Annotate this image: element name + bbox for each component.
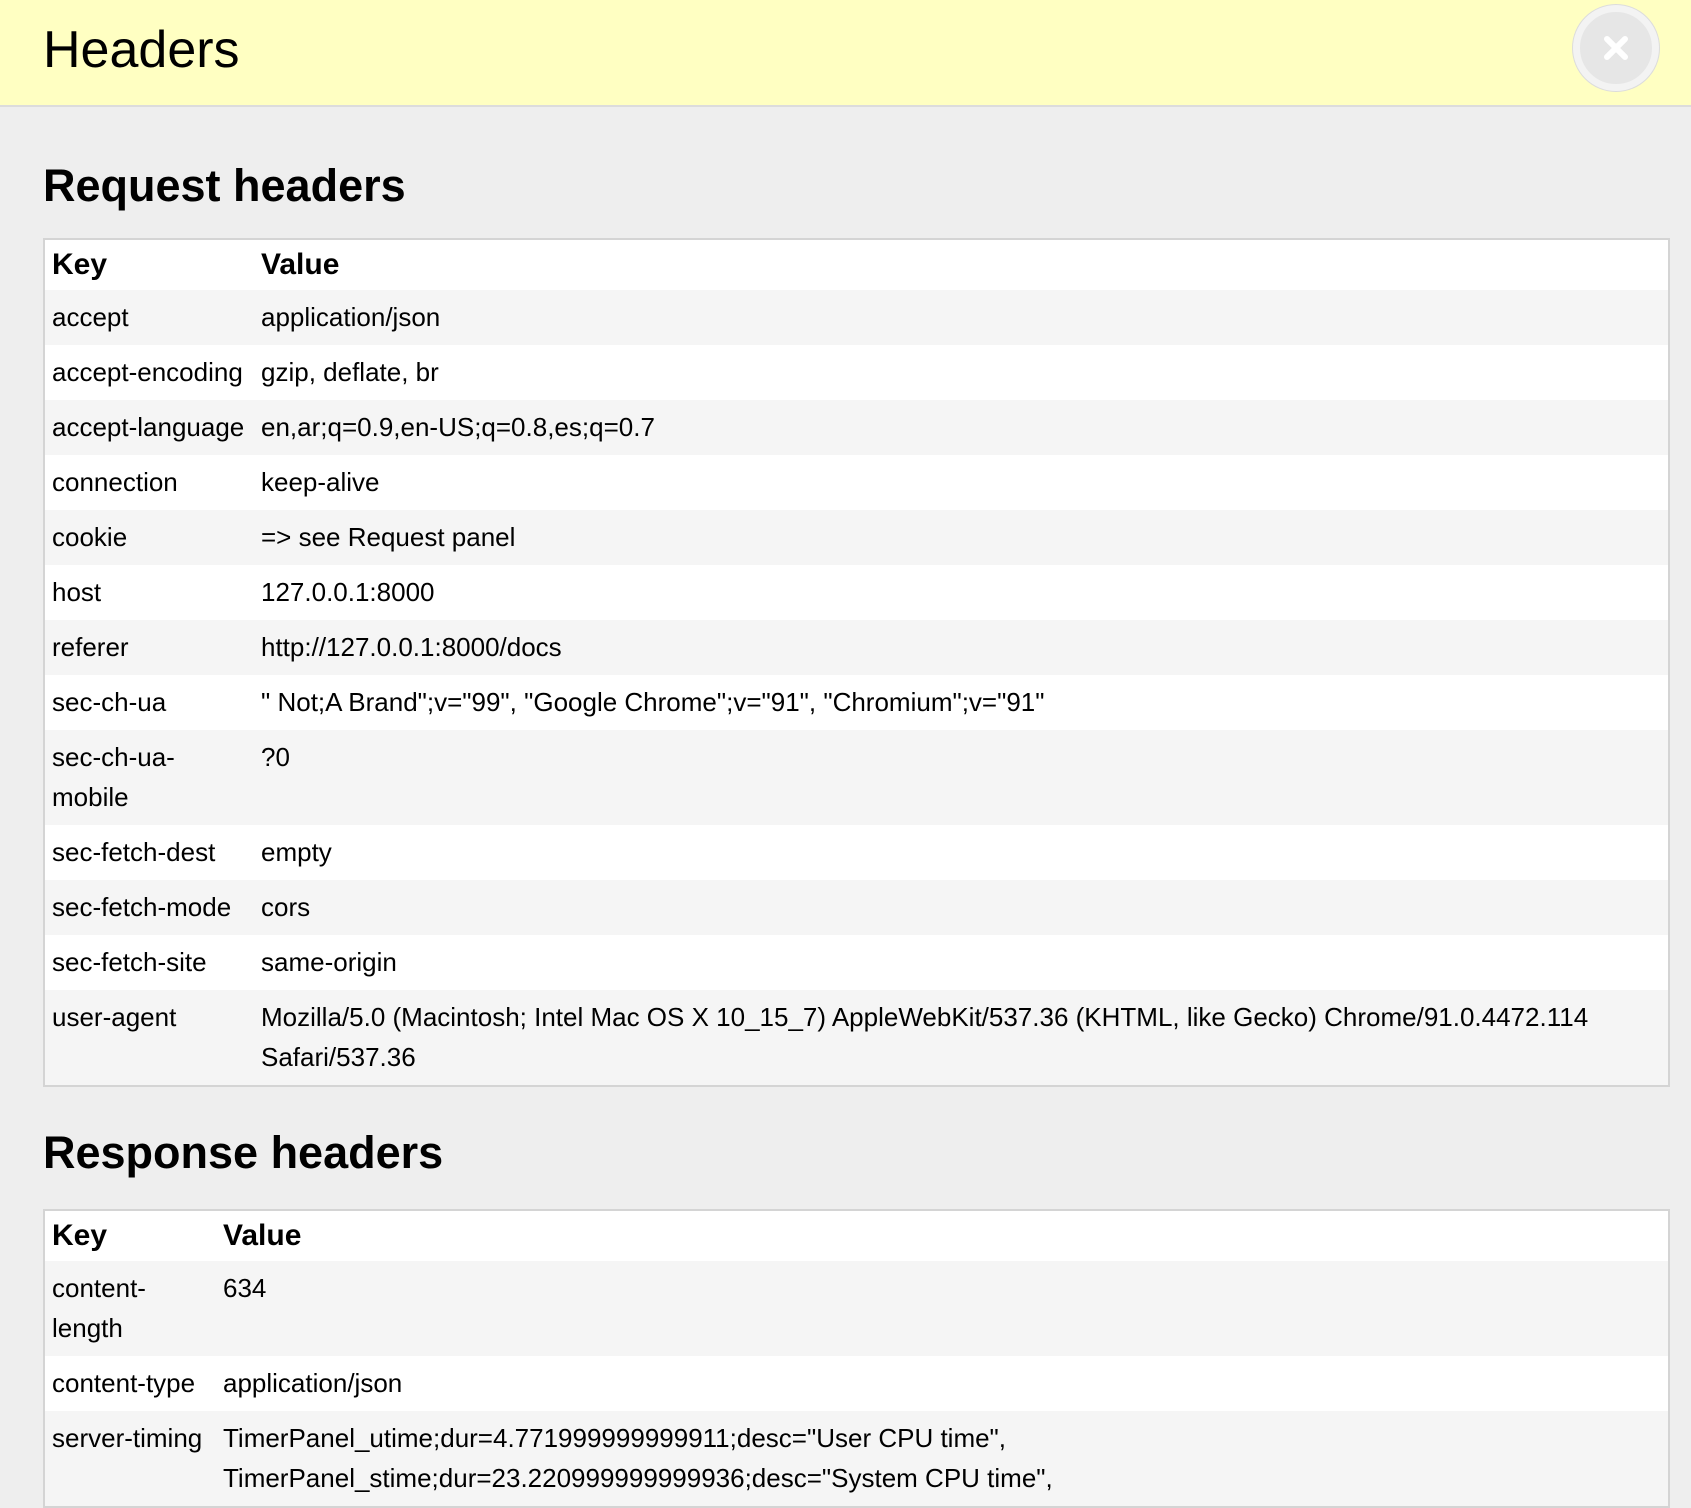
panel-content[interactable]: Request headers Key Value accept applicat… bbox=[43, 107, 1670, 1508]
header-key-cell: host bbox=[44, 565, 254, 620]
close-icon bbox=[1604, 36, 1628, 60]
request-headers-body: accept application/json accept-encoding gzi… bbox=[44, 290, 1669, 1086]
table-row: user-agent Mozilla/5.0 (Macintosh; Intel … bbox=[44, 990, 1669, 1086]
table-header-row: Key Value bbox=[44, 239, 1669, 290]
header-value-cell: keep-alive bbox=[254, 455, 1669, 510]
table-row: sec-fetch-mode cors bbox=[44, 880, 1669, 935]
table-row: cookie => see Request panel bbox=[44, 510, 1669, 565]
header-key-cell: sec-fetch-site bbox=[44, 935, 254, 990]
header-key-cell: server-timing bbox=[44, 1411, 216, 1507]
request-headers-table: Key Value accept application/json accept-e… bbox=[43, 238, 1670, 1087]
header-key-cell: accept-encoding bbox=[44, 345, 254, 400]
header-value-cell: same-origin bbox=[254, 935, 1669, 990]
header-key-cell: content-type bbox=[44, 1356, 216, 1411]
header-key-cell: connection bbox=[44, 455, 254, 510]
header-value-cell: en,ar;q=0.9,en-US;q=0.8,es;q=0.7 bbox=[254, 400, 1669, 455]
table-row: accept-language en,ar;q=0.9,en-US;q=0.8,e… bbox=[44, 400, 1669, 455]
header-value-cell: ?0 bbox=[254, 730, 1669, 825]
table-row: referer http://127.0.0.1:8000/docs bbox=[44, 620, 1669, 675]
table-row: sec-ch-ua " Not;A Brand";v="99", "Google … bbox=[44, 675, 1669, 730]
header-key-cell: cookie bbox=[44, 510, 254, 565]
table-row: sec-fetch-site same-origin bbox=[44, 935, 1669, 990]
table-row: sec-ch-ua-mobile ?0 bbox=[44, 730, 1669, 825]
header-value-cell: 127.0.0.1:8000 bbox=[254, 565, 1669, 620]
table-row: accept application/json bbox=[44, 290, 1669, 345]
header-key-cell: referer bbox=[44, 620, 254, 675]
table-row: server-timing TimerPanel_utime;dur=4.7719… bbox=[44, 1411, 1669, 1507]
header-value-cell: application/json bbox=[254, 290, 1669, 345]
close-button[interactable] bbox=[1573, 5, 1659, 91]
key-column-header: Key bbox=[44, 1210, 216, 1261]
table-row: accept-encoding gzip, deflate, br bbox=[44, 345, 1669, 400]
header-value-cell: http://127.0.0.1:8000/docs bbox=[254, 620, 1669, 675]
table-row: sec-fetch-dest empty bbox=[44, 825, 1669, 880]
value-column-header: Value bbox=[254, 239, 1669, 290]
header-value-cell: TimerPanel_utime;dur=4.771999999999911;d… bbox=[216, 1411, 1669, 1507]
response-headers-table: Key Value content-length 634 content-type a… bbox=[43, 1209, 1670, 1508]
table-row: connection keep-alive bbox=[44, 455, 1669, 510]
response-headers-body: content-length 634 content-type application… bbox=[44, 1261, 1669, 1507]
header-key-cell: content-length bbox=[44, 1261, 216, 1356]
header-key-cell: user-agent bbox=[44, 990, 254, 1086]
header-key-cell: accept-language bbox=[44, 400, 254, 455]
header-key-cell: accept bbox=[44, 290, 254, 345]
table-row: content-type application/json bbox=[44, 1356, 1669, 1411]
header-value-cell: Mozilla/5.0 (Macintosh; Intel Mac OS X 1… bbox=[254, 990, 1669, 1086]
table-row: content-length 634 bbox=[44, 1261, 1669, 1356]
header-value-cell: empty bbox=[254, 825, 1669, 880]
value-column-header: Value bbox=[216, 1210, 1669, 1261]
key-column-header: Key bbox=[44, 239, 254, 290]
header-value-cell: " Not;A Brand";v="99", "Google Chrome";v… bbox=[254, 675, 1669, 730]
panel-header: Headers bbox=[0, 0, 1691, 107]
table-header-row: Key Value bbox=[44, 1210, 1669, 1261]
header-key-cell: sec-fetch-mode bbox=[44, 880, 254, 935]
panel-title: Headers bbox=[43, 21, 240, 79]
header-value-cell: => see Request panel bbox=[254, 510, 1669, 565]
header-value-cell: cors bbox=[254, 880, 1669, 935]
header-key-cell: sec-fetch-dest bbox=[44, 825, 254, 880]
header-key-cell: sec-ch-ua-mobile bbox=[44, 730, 254, 825]
header-value-cell: application/json bbox=[216, 1356, 1669, 1411]
header-value-cell: 634 bbox=[216, 1261, 1669, 1356]
table-row: host 127.0.0.1:8000 bbox=[44, 565, 1669, 620]
header-value-cell: gzip, deflate, br bbox=[254, 345, 1669, 400]
header-key-cell: sec-ch-ua bbox=[44, 675, 254, 730]
request-headers-title: Request headers bbox=[43, 160, 406, 211]
response-headers-title: Response headers bbox=[43, 1127, 444, 1178]
